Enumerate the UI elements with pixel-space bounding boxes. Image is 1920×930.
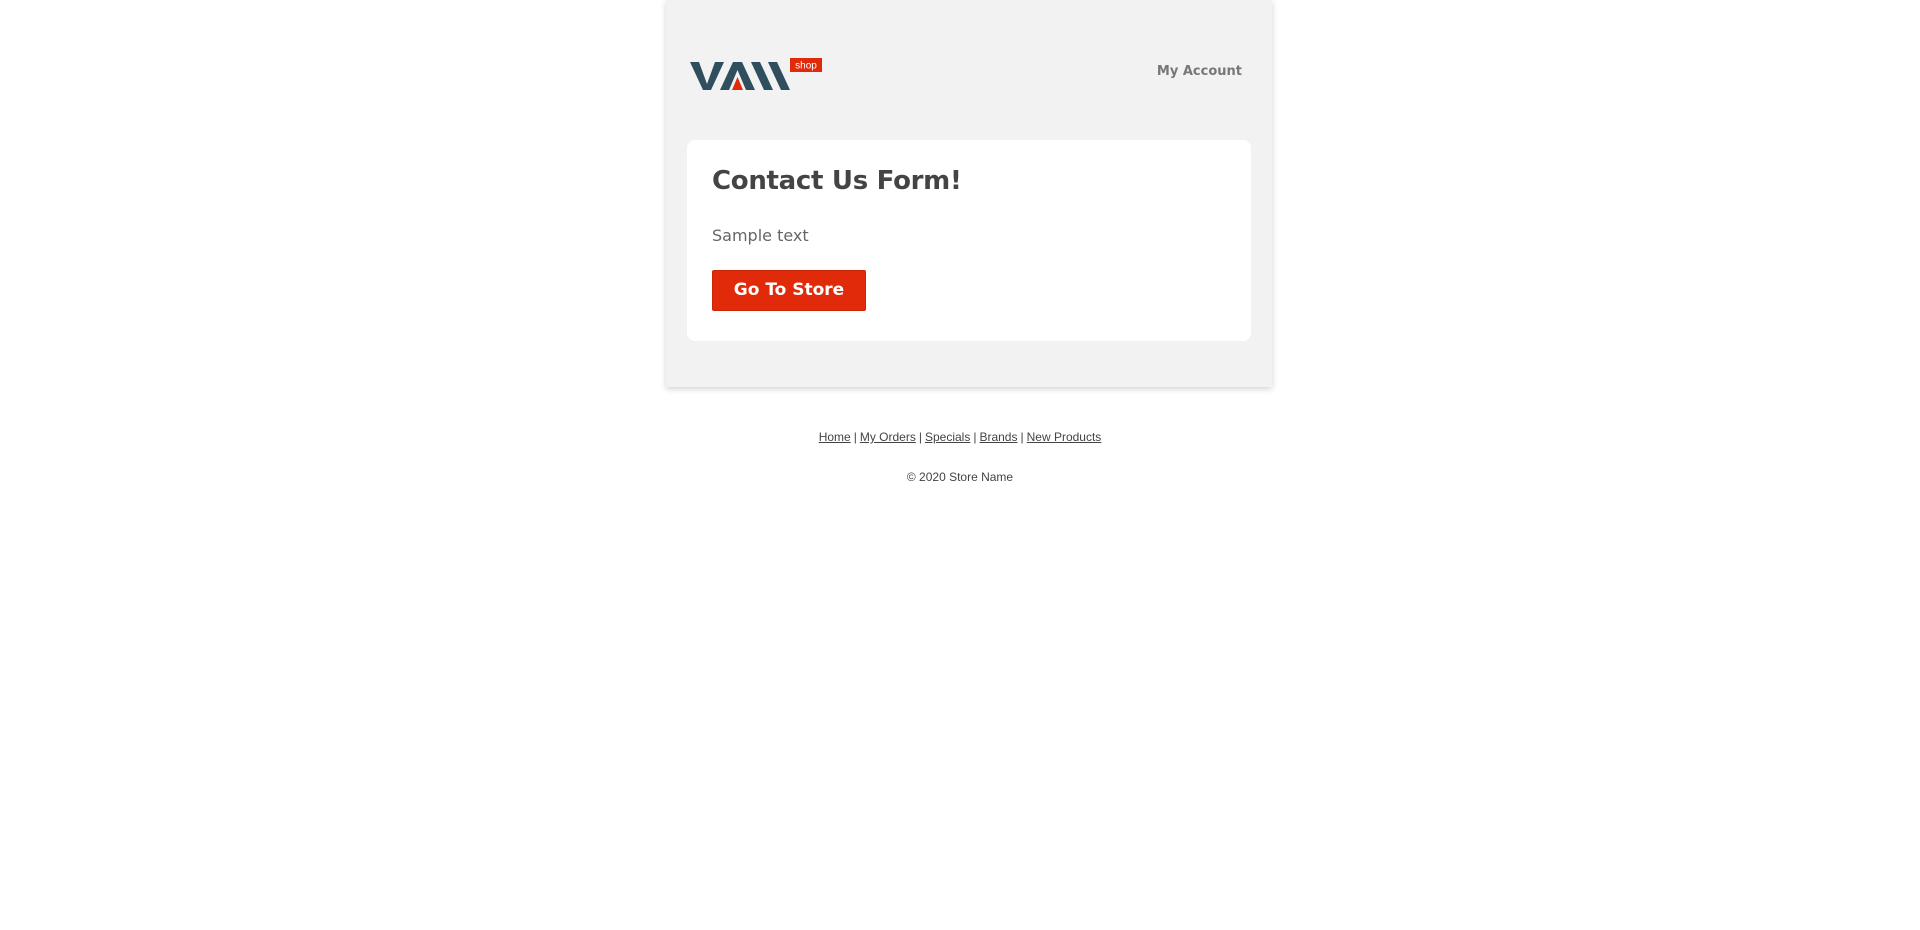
go-to-store-button[interactable]: Go To Store — [712, 270, 866, 311]
svg-text:shop: shop — [795, 61, 817, 72]
shop-logo[interactable]: shop — [690, 58, 822, 92]
email-container: shop My Account Contact Us Form! Sample … — [666, 0, 1272, 387]
copyright-text: © 2020 Store Name — [906, 470, 1014, 484]
footer-nav: Home | My Orders | Specials | Brands | New Produ… — [0, 430, 1920, 444]
contact-card: Contact Us Form! Sample text Go To Store — [687, 140, 1251, 341]
my-account-link[interactable]: My Account — [1157, 64, 1242, 79]
body-text: Sample text — [712, 226, 809, 245]
separator: | — [918, 430, 922, 444]
footer-link-my-orders[interactable]: My Orders — [860, 430, 916, 444]
footer-link-brands[interactable]: Brands — [979, 430, 1017, 444]
separator: | — [853, 430, 857, 444]
header: shop My Account — [666, 0, 1272, 140]
van-shop-logo-icon: shop — [690, 58, 822, 90]
footer-link-home[interactable]: Home — [819, 430, 851, 444]
footer-link-new-products[interactable]: New Products — [1027, 430, 1102, 444]
separator: | — [973, 430, 977, 444]
page-title: Contact Us Form! — [712, 166, 962, 196]
footer-link-specials[interactable]: Specials — [925, 430, 970, 444]
separator: | — [1020, 430, 1024, 444]
